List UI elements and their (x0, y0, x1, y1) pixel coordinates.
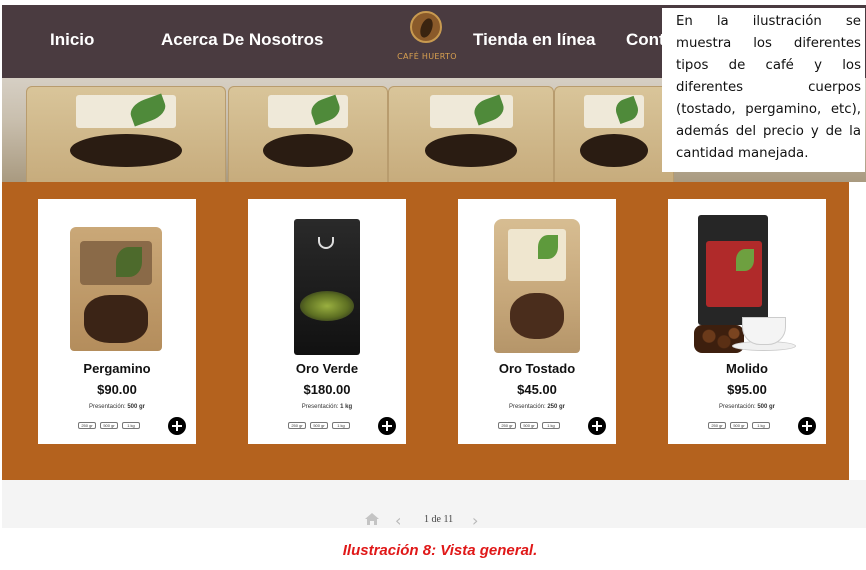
nav-link-contacto[interactable]: Cont (626, 30, 665, 50)
product-image[interactable] (272, 213, 382, 355)
product-presentation: Presentación: 500 gr (88, 404, 146, 410)
home-icon[interactable] (364, 512, 380, 526)
hero-coffee-bag (228, 86, 388, 182)
nav-link-acerca[interactable]: Acerca De Nosotros (161, 30, 324, 50)
size-options: 250 gr 500 gr 1 kg (498, 422, 560, 429)
logo-text: CAFÉ HUERTO (397, 52, 457, 61)
page-indicator: 1 de 11 (424, 514, 454, 525)
product-presentation: Presentación: 500 gr (718, 404, 776, 410)
nav-link-tienda[interactable]: Tienda en línea (473, 30, 596, 50)
product-name: Oro Tostado (498, 361, 576, 376)
product-image[interactable] (692, 213, 802, 355)
size-option[interactable]: 1 kg (752, 422, 770, 429)
size-option[interactable]: 500 gr (520, 422, 538, 429)
product-price: $90.00 (97, 382, 137, 397)
product-price: $45.00 (517, 382, 557, 397)
product-card[interactable]: Molido $95.00 Presentación: 500 gr 250 g… (668, 199, 826, 444)
chevron-right-icon[interactable]: › (472, 511, 478, 530)
product-name: Oro Verde (295, 361, 359, 376)
product-price: $180.00 (303, 382, 351, 397)
coffee-bean-icon (410, 11, 442, 43)
cafe-huerto-logo[interactable]: CAFÉ HUERTO (387, 9, 467, 69)
add-to-cart-icon[interactable] (378, 417, 396, 435)
product-price: $95.00 (727, 382, 767, 397)
chevron-left-icon[interactable]: ‹ (395, 511, 401, 530)
hero-coffee-bag (554, 86, 674, 182)
size-option[interactable]: 1 kg (332, 422, 350, 429)
product-presentation: Presentación: 250 gr (508, 404, 566, 410)
hero-coffee-bag (26, 86, 226, 182)
product-image[interactable] (482, 213, 592, 355)
product-image[interactable] (62, 213, 172, 355)
size-option[interactable]: 250 gr (288, 422, 306, 429)
product-name: Molido (726, 361, 768, 376)
size-options: 250 gr 500 gr 1 kg (288, 422, 350, 429)
size-option[interactable]: 500 gr (310, 422, 328, 429)
annotation-note: En la ilustración se muestra los diferen… (662, 8, 865, 172)
pagination-bar: ‹ 1 de 11 › (2, 480, 866, 530)
product-name: Pergamino (83, 361, 151, 376)
add-to-cart-icon[interactable] (798, 417, 816, 435)
hero-coffee-bag (388, 86, 554, 182)
product-card[interactable]: Oro Verde $180.00 Presentación: 1 kg 250… (248, 199, 406, 444)
nav-link-inicio[interactable]: Inicio (50, 30, 94, 50)
add-to-cart-icon[interactable] (168, 417, 186, 435)
size-option[interactable]: 250 gr (498, 422, 516, 429)
product-presentation: Presentación: 1 kg (301, 404, 353, 410)
size-option[interactable]: 1 kg (542, 422, 560, 429)
products-section: Pergamino $90.00 Presentación: 500 gr 25… (2, 182, 849, 480)
size-option[interactable]: 250 gr (78, 422, 96, 429)
size-option[interactable]: 250 gr (708, 422, 726, 429)
add-to-cart-icon[interactable] (588, 417, 606, 435)
size-options: 250 gr 500 gr 1 kg (78, 422, 140, 429)
size-options: 250 gr 500 gr 1 kg (708, 422, 770, 429)
product-card[interactable]: Pergamino $90.00 Presentación: 500 gr 25… (38, 199, 196, 444)
product-card[interactable]: Oro Tostado $45.00 Presentación: 250 gr … (458, 199, 616, 444)
size-option[interactable]: 500 gr (100, 422, 118, 429)
size-option[interactable]: 1 kg (122, 422, 140, 429)
size-option[interactable]: 500 gr (730, 422, 748, 429)
figure-caption: Ilustración 8: Vista general. (342, 542, 538, 559)
